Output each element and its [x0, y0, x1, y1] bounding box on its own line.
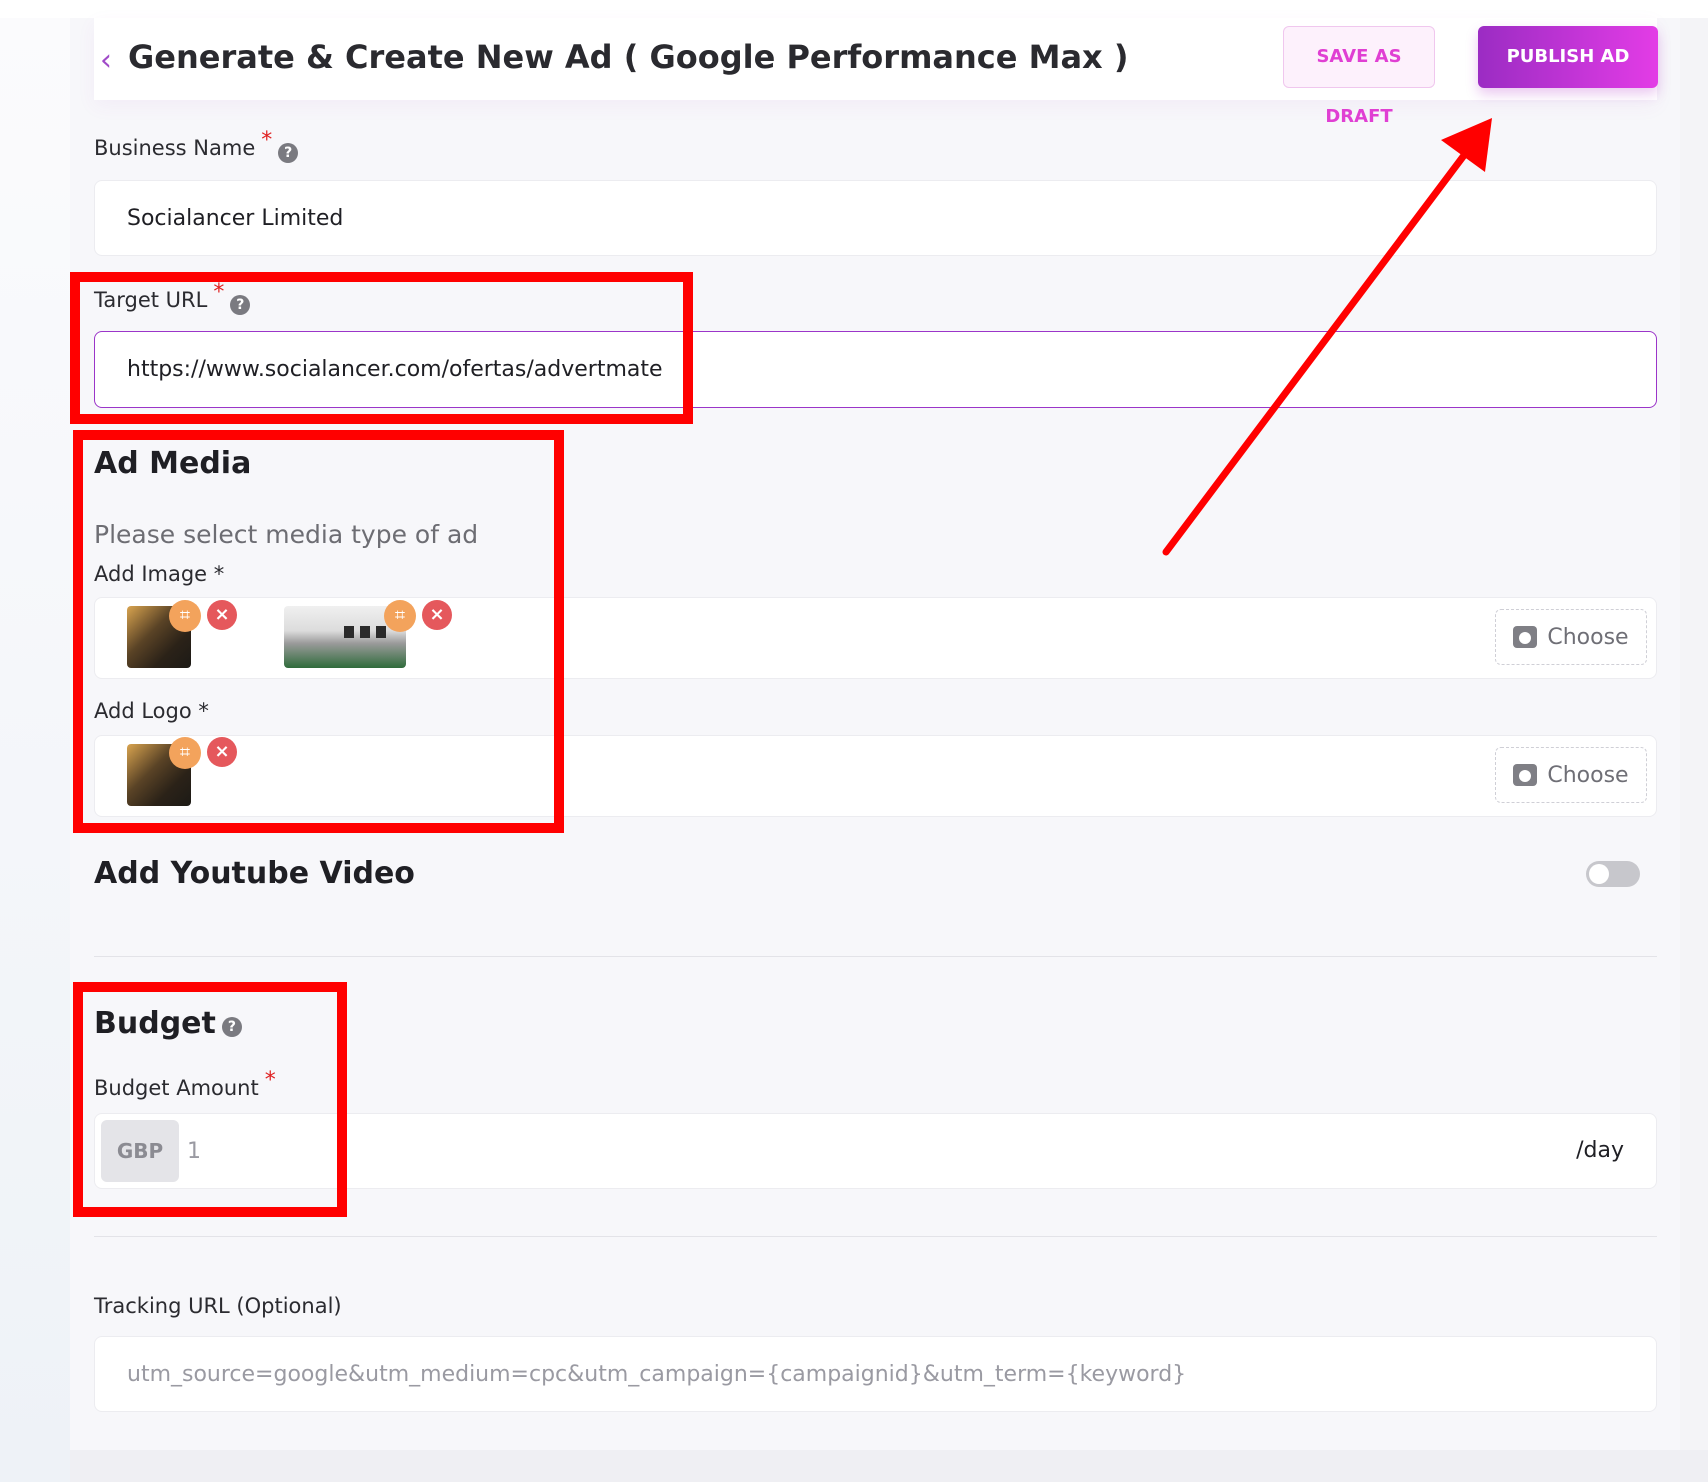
annotation-arrow [1162, 118, 1492, 556]
